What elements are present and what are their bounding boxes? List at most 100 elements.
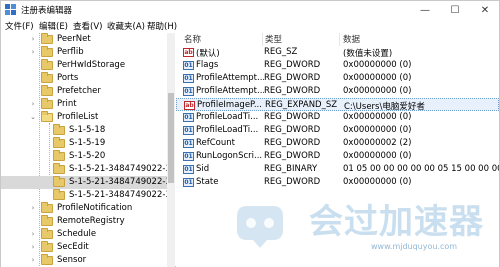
tree-item-label: RemoteRegistry (57, 216, 125, 226)
value-row-default[interactable]: ab (默认) REG_SZ (数值未设置) (176, 46, 499, 59)
tree-item-label: S-1-5-18 (69, 125, 106, 135)
tree-item-peernet[interactable]: › PeerNet (1, 33, 167, 46)
tree-item-print[interactable]: › Print (1, 98, 167, 111)
value-row-sid[interactable]: 01 Sid REG_BINARY 01 05 00 00 00 00 00 0… (176, 163, 499, 176)
tree-scrollbar[interactable] (167, 33, 175, 267)
value-name: ProfileAttempt... (196, 86, 264, 96)
value-row-runlogonscript[interactable]: 01 RunLogonScri... REG_DWORD 0x00000000 … (176, 150, 499, 163)
tree-item-profilelist[interactable]: ⌄ ProfileList (1, 111, 167, 124)
menu-favorites[interactable]: 收藏夹(A) (107, 20, 145, 32)
tree-item-label: ProfileNotification (57, 203, 133, 213)
tree-item-perflib[interactable]: › Perflib (1, 46, 167, 59)
value-data: 0x00000002 (2) (343, 138, 412, 148)
string-value-icon: ab (183, 48, 194, 57)
value-type: REG_EXPAND_SZ (265, 100, 338, 110)
value-type: REG_DWORD (264, 73, 321, 83)
value-type: REG_SZ (264, 47, 298, 57)
menu-edit[interactable]: 编辑(E) (39, 20, 68, 32)
menu-help[interactable]: 帮助(H) (147, 20, 177, 32)
value-row-state[interactable]: 01 State REG_DWORD 0x00000000 (0) (176, 176, 499, 189)
value-name: State (196, 177, 219, 187)
tree-item-prefetcher[interactable]: Prefetcher (1, 85, 167, 98)
binary-value-icon: 01 (183, 126, 194, 135)
column-separator[interactable] (262, 33, 263, 46)
column-separator[interactable] (339, 33, 340, 46)
chevron-right-icon[interactable]: › (29, 229, 37, 239)
value-type: REG_DWORD (264, 86, 321, 96)
tree-item-user-sid-3[interactable]: S-1-5-21-3484749022-345 (1, 189, 174, 202)
close-button[interactable]: ✕ (470, 1, 500, 19)
tree-item-label: S-1-5-19 (69, 138, 106, 148)
tree-item-user-sid-2-selected[interactable]: S-1-5-21-3484749022-345 (1, 176, 174, 189)
tree-scrollbar-thumb[interactable] (168, 93, 174, 183)
chevron-right-icon[interactable]: › (29, 47, 37, 57)
tree-item-schedule[interactable]: › Schedule (1, 228, 167, 241)
value-name: RefCount (196, 138, 235, 148)
tree-item-ports[interactable]: Ports (1, 72, 167, 85)
value-data: 0x00000000 (0) (343, 86, 412, 96)
value-type: REG_DWORD (264, 112, 321, 122)
column-header-data[interactable]: 数据 (343, 33, 360, 46)
value-name: ProfileLoadTi... (196, 125, 259, 135)
column-header-type[interactable]: 类型 (265, 33, 282, 46)
tree-item-s-1-5-20[interactable]: S-1-5-20 (1, 150, 167, 163)
value-data: 01 05 00 00 00 00 00 05 15 00 00 00 de 0 (343, 164, 499, 174)
folder-icon (53, 124, 65, 135)
value-data: 0x00000000 (0) (343, 60, 412, 70)
value-type: REG_BINARY (264, 164, 318, 174)
folder-icon (41, 46, 53, 57)
tree-item-sensor[interactable]: › Sensor (1, 254, 167, 267)
tree-item-remoteregistry[interactable]: RemoteRegistry (1, 215, 167, 228)
string-value-icon: ab (184, 101, 195, 110)
tree-item-label: Print (57, 99, 77, 109)
menu-view[interactable]: 查看(V) (73, 20, 102, 32)
value-data: 0x00000000 (0) (343, 112, 412, 122)
binary-value-icon: 01 (183, 139, 194, 148)
value-row-profileimagepath-selected[interactable]: ab ProfileImageP... REG_EXPAND_SZ C:\Use… (176, 98, 499, 112)
value-type: REG_DWORD (264, 125, 321, 135)
value-row-profileloadtime-1[interactable]: 01 ProfileLoadTi... REG_DWORD 0x00000000… (176, 111, 499, 124)
value-row-profileattempt-2[interactable]: 01 ProfileAttempt... REG_DWORD 0x0000000… (176, 85, 499, 98)
tree-item-perhwidstorage[interactable]: PerHwIdStorage (1, 59, 167, 72)
folder-icon (41, 215, 53, 226)
tree-item-label: S-1-5-21-3484749022-345 (69, 177, 175, 187)
menu-bar: 文件(F) 编辑(E) 查看(V) 收藏夹(A) 帮助(H) (1, 19, 499, 33)
value-row-flags[interactable]: 01 Flags REG_DWORD 0x00000000 (0) (176, 59, 499, 72)
minimize-button[interactable]: — (410, 1, 440, 19)
chevron-right-icon[interactable]: › (29, 242, 37, 252)
chevron-right-icon[interactable]: › (29, 34, 37, 44)
tree-item-secedit[interactable]: › SecEdit (1, 241, 167, 254)
maximize-button[interactable]: ☐ (440, 1, 470, 19)
folder-icon (41, 98, 53, 109)
binary-value-icon: 01 (183, 74, 194, 83)
tree-item-label: S-1-5-21-3484749022-345 (69, 190, 175, 200)
tree-item-s-1-5-18[interactable]: S-1-5-18 (1, 124, 167, 137)
chevron-right-icon[interactable]: › (29, 99, 37, 109)
value-data: 0x00000000 (0) (343, 177, 412, 187)
value-row-profileattempt-1[interactable]: 01 ProfileAttempt... REG_DWORD 0x0000000… (176, 72, 499, 85)
tree-item-s-1-5-19[interactable]: S-1-5-19 (1, 137, 167, 150)
value-name: ProfileAttempt... (196, 73, 264, 83)
registry-editor-window: 注册表编辑器 — ☐ ✕ 文件(F) 编辑(E) 查看(V) 收藏夹(A) 帮助… (0, 0, 500, 267)
value-name: Sid (196, 164, 210, 174)
value-name: ProfileImageP... (197, 100, 262, 110)
folder-icon (41, 254, 53, 265)
folder-icon (53, 137, 65, 148)
value-data: (数值未设置) (343, 49, 393, 59)
tree-item-profilenotification[interactable]: › ProfileNotification (1, 202, 167, 215)
folder-icon (53, 163, 65, 174)
tree-item-user-sid-1[interactable]: S-1-5-21-3484749022-345 (1, 163, 174, 176)
menu-file[interactable]: 文件(F) (5, 20, 34, 32)
folder-icon (41, 202, 53, 213)
value-type: REG_DWORD (264, 138, 321, 148)
chevron-right-icon[interactable]: › (29, 203, 37, 213)
value-row-refcount[interactable]: 01 RefCount REG_DWORD 0x00000002 (2) (176, 137, 499, 150)
column-header-name[interactable]: 名称 (184, 33, 201, 46)
folder-icon (53, 176, 65, 187)
chevron-down-icon[interactable]: ⌄ (29, 112, 37, 122)
value-row-profileloadtime-2[interactable]: 01 ProfileLoadTi... REG_DWORD 0x00000000… (176, 124, 499, 137)
folder-icon (41, 33, 53, 44)
value-type: REG_DWORD (264, 60, 321, 70)
chevron-right-icon[interactable]: › (29, 255, 37, 265)
binary-value-icon: 01 (183, 61, 194, 70)
